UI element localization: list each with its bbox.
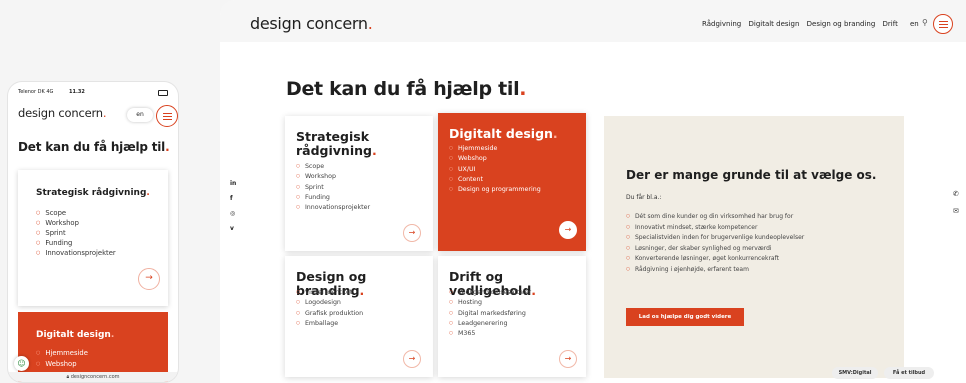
get-offer-button[interactable]: Få et tilbud — [884, 367, 934, 379]
arrow-right-icon[interactable]: → — [403, 350, 421, 368]
url-bar[interactable]: 🔒︎ designconcern.com — [8, 372, 178, 382]
nav-item-operations[interactable]: Drift — [883, 20, 898, 28]
nav-item-digital-design[interactable]: Digitalt design — [748, 20, 799, 28]
list-item: Workshop — [36, 218, 116, 228]
card-list: Scope Workshop Sprint Funding Innovation… — [296, 162, 370, 213]
why-us-panel: Der er mange grunde til at vælge os. Du … — [604, 116, 904, 378]
instagram-icon[interactable]: ◎ — [230, 206, 236, 221]
card-branding[interactable]: Design og branding. Visuel identitet Log… — [285, 256, 433, 377]
why-list: Dét som dine kunder og din virksomhed ha… — [626, 212, 804, 275]
card-title: Strategisk rådgivning. — [296, 129, 377, 158]
battery-icon — [158, 90, 168, 96]
list-item: Content — [449, 175, 541, 185]
nav-item-branding[interactable]: Design og branding — [807, 20, 876, 28]
list-item: Specialistviden inden for brugervenlige … — [626, 233, 804, 244]
list-item: Løsninger, der skaber synlighed og mervæ… — [626, 244, 804, 255]
card-list: Scope Workshop Sprint Funding Innovation… — [36, 208, 116, 258]
card-strategy[interactable]: Strategiskrådgivning. Scope Workshop Spr… — [285, 116, 433, 251]
list-item: UX/UI — [449, 165, 541, 175]
phone-status-bar: Telenor DK 4G 11.32 — [18, 89, 85, 95]
phone-icon[interactable]: ✆ — [953, 190, 959, 198]
list-item: Logodesign — [296, 298, 363, 308]
site-logo[interactable]: design concern. — [250, 14, 373, 33]
list-item: Sprint — [296, 183, 370, 193]
menu-button[interactable] — [933, 14, 953, 34]
card-list: Vedligeholdelsesaftaler Hosting Digital … — [449, 288, 531, 339]
mobile-preview: Telenor DK 4G 11.32 design concern. en D… — [8, 82, 178, 382]
card-list: Hjemmeside Webshop — [36, 348, 88, 370]
mobile-page-title: Det kan du få hjælp til. — [18, 140, 170, 154]
cta-button[interactable]: Lad os hjælpe dig godt videre — [626, 308, 744, 326]
list-item: Dét som dine kunder og din virksomhed ha… — [626, 212, 804, 223]
list-item: Innovationsprojekter — [296, 203, 370, 213]
arrow-right-icon[interactable]: → — [403, 224, 421, 242]
nav-item-advisory[interactable]: Rådgivning — [702, 20, 741, 28]
smv-digital-button[interactable]: SMV:Digital — [832, 367, 878, 379]
status-carrier: Telenor DK 4G — [18, 89, 54, 95]
list-item: Leadgenerering — [449, 319, 531, 329]
page-title: Det kan du få hjælp til. — [286, 78, 527, 100]
list-item: Webshop — [449, 154, 541, 164]
list-item: Sprint — [36, 228, 116, 238]
vimeo-icon[interactable]: v — [230, 221, 236, 236]
card-title: Digitalt design. — [449, 126, 558, 141]
list-item: Hjemmeside — [36, 348, 88, 359]
list-item: M365 — [449, 329, 531, 339]
mail-icon[interactable]: ✉ — [953, 207, 959, 215]
card-title: Digitalt design. — [36, 330, 115, 340]
list-item: Innovationsprojekter — [36, 248, 115, 258]
why-title: Der er mange grunde til at vælge os. — [626, 168, 877, 182]
mobile-menu-button[interactable] — [156, 105, 178, 127]
list-item: Funding — [36, 238, 116, 248]
list-item: Scope — [36, 208, 116, 218]
mobile-logo[interactable]: design concern. — [18, 106, 107, 120]
hamburger-icon — [162, 111, 172, 121]
card-digital-design[interactable]: Digitalt design. Hjemmeside Webshop UX/U… — [438, 113, 586, 251]
status-time: 11.32 — [69, 89, 85, 95]
search-icon[interactable]: ⚲ — [922, 18, 928, 27]
why-intro: Du får bl.a.: — [626, 194, 662, 201]
mobile-language-toggle[interactable]: en — [127, 108, 153, 122]
list-item: Scope — [296, 162, 370, 172]
list-item: Konverterende løsninger, øget konkurrenc… — [626, 254, 804, 265]
language-toggle[interactable]: en — [910, 20, 919, 28]
list-item: Visuel identitet — [296, 288, 363, 298]
card-operations[interactable]: Drift og vedligehold. Vedligeholdelsesaf… — [438, 256, 586, 377]
list-item: Digital markedsføring — [449, 309, 531, 319]
card-list: Hjemmeside Webshop UX/UI Content Design … — [449, 144, 541, 195]
list-item: Workshop — [296, 172, 370, 182]
hamburger-icon — [938, 19, 948, 29]
linkedin-icon[interactable]: in — [230, 176, 236, 191]
card-list: Visuel identitet Logodesign Grafisk prod… — [296, 288, 363, 329]
main-nav: Rådgivning Digitalt design Design og bra… — [702, 20, 903, 28]
list-item: Grafisk produktion — [296, 309, 363, 319]
list-item: Innovativt mindset, stærke kompetencer — [626, 223, 804, 234]
card-title: Strategisk rådgivning. — [36, 188, 150, 198]
list-item: Design og programmering — [449, 185, 541, 195]
list-item: Vedligeholdelsesaftaler — [449, 288, 531, 298]
arrow-right-icon[interactable]: → — [559, 221, 577, 239]
facebook-icon[interactable]: f — [230, 191, 236, 206]
list-item: Emballage — [296, 319, 363, 329]
list-item: Rådgivning i øjenhøjde, erfarent team — [626, 265, 804, 276]
list-item: Hjemmeside — [449, 144, 541, 154]
list-item: Hosting — [449, 298, 531, 308]
chat-widget-icon[interactable]: ☺ — [14, 356, 29, 371]
desktop-preview: design concern. Rådgivning Digitalt desi… — [220, 0, 966, 383]
social-links: in f ◎ v — [230, 176, 236, 236]
arrow-right-icon[interactable]: → — [559, 350, 577, 368]
mobile-card-strategy[interactable]: Strategisk rådgivning. Scope Workshop Sp… — [18, 170, 168, 306]
list-item: Funding — [296, 193, 370, 203]
list-item: Webshop — [36, 359, 88, 370]
arrow-right-icon[interactable]: → — [138, 268, 160, 290]
